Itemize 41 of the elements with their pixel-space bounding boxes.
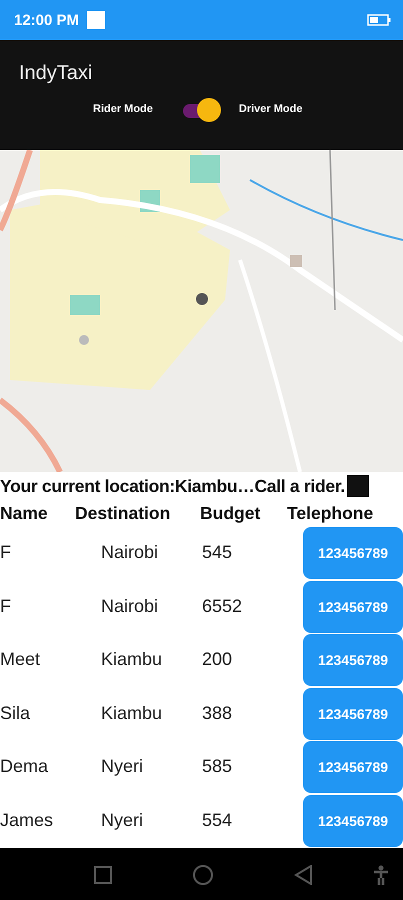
recents-icon[interactable] (94, 866, 112, 884)
notification-icon (87, 11, 106, 29)
battery-icon (367, 14, 391, 26)
location-text: Your current location:Kiambu…Call a rider. (0, 476, 345, 496)
column-header: Budget (200, 502, 262, 525)
call-button[interactable]: 123456789 (303, 634, 403, 686)
call-button[interactable]: 123456789 (303, 741, 403, 793)
table-cell-text: Nairobi (100, 594, 160, 618)
column-header: Destination (75, 502, 172, 525)
home-icon[interactable] (193, 864, 213, 884)
table-cell-text: 585 (201, 755, 234, 778)
call-button[interactable]: 123456789 (303, 688, 403, 740)
table-cell-text: F (0, 541, 12, 564)
column-header: Name (0, 502, 49, 525)
call-button[interactable]: 123456789 (303, 580, 403, 632)
table-cell-text: Nyeri (100, 808, 144, 832)
call-button[interactable]: 123456789 (303, 527, 403, 579)
table-cell-text: James (0, 808, 54, 832)
mode-label: Driver Mode (238, 103, 302, 115)
column-header: Telephone (287, 502, 374, 525)
table-cell-text: Kiambu (100, 648, 164, 671)
table-cell-text: Dema (0, 755, 50, 778)
table-cell-text: 200 (201, 648, 234, 671)
table-cell-text: Sila (0, 702, 32, 724)
table-cell-text: 6552 (201, 594, 244, 618)
table-cell-text: Nyeri (100, 755, 144, 778)
table-cell-text: Nairobi (100, 541, 160, 564)
table-cell-text: F (0, 594, 12, 618)
app-title: IndyTaxi (19, 62, 92, 85)
call-button[interactable]: 123456789 (303, 794, 403, 846)
overflow-marker (346, 475, 369, 497)
status-time: 12:00 PM (14, 12, 80, 28)
table-cell-text: 554 (201, 808, 234, 832)
back-icon[interactable] (294, 864, 312, 884)
accessibility-icon[interactable] (373, 864, 389, 884)
mode-label: Rider Mode (93, 103, 153, 115)
table-cell-text: Meet (0, 648, 42, 671)
table-cell-text: Kiambu (100, 702, 164, 724)
table-cell-text: 545 (201, 541, 234, 564)
mode-switch[interactable] (180, 97, 221, 121)
table-cell-text: 388 (201, 702, 234, 724)
